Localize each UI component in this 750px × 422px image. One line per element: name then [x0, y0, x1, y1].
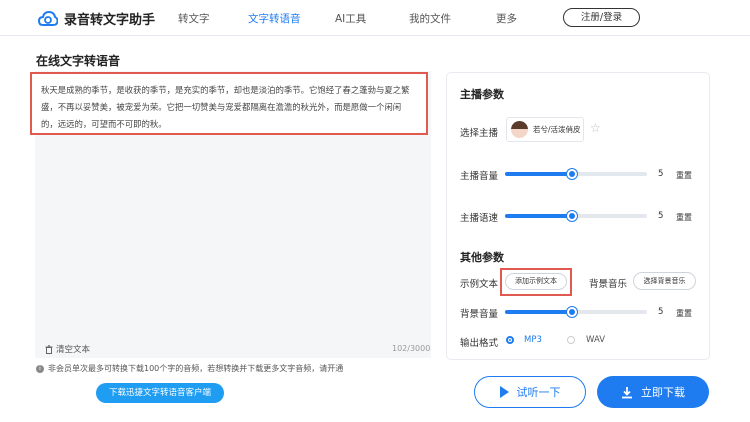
download-icon — [622, 386, 632, 398]
app-logo[interactable]: 录音转文字助手 — [38, 9, 155, 28]
bg-volume-slider-knob[interactable] — [566, 307, 577, 317]
volume-reset-button[interactable]: 重置 — [676, 170, 692, 181]
nav-item-tts[interactable]: 文字转语音 — [248, 11, 301, 26]
format-radio-wav[interactable] — [567, 336, 575, 344]
download-button[interactable]: 立即下载 — [597, 376, 709, 408]
clear-text-label: 清空文本 — [56, 345, 91, 355]
favorite-star-icon[interactable]: ☆ — [590, 122, 601, 134]
preview-label: 试听一下 — [516, 386, 561, 399]
page-title: 在线文字转语音 — [36, 54, 121, 68]
format-radio-mp3[interactable] — [506, 336, 514, 344]
sample-text-label: 示例文本 — [460, 279, 499, 290]
info-icon: i — [36, 364, 44, 373]
speed-slider[interactable] — [505, 211, 647, 221]
preview-button[interactable]: 试听一下 — [474, 376, 586, 408]
char-counter: 102/3000 — [392, 344, 431, 353]
nav-item-transcribe[interactable]: 转文字 — [178, 11, 210, 26]
bg-volume-value: 5 — [658, 307, 664, 317]
format-label-mp3: MP3 — [524, 335, 542, 345]
volume-value: 5 — [658, 169, 664, 179]
nav-item-ai-tools[interactable]: AI工具 — [335, 11, 366, 26]
other-params-title: 其他参数 — [460, 251, 504, 264]
speed-value: 5 — [658, 211, 664, 221]
volume-slider-fill — [505, 172, 572, 176]
member-notice: i 非会员单次最多可转换下载100个字的音频，若想转换并下载更多文字音频，请开通 — [36, 363, 343, 374]
top-bar: 录音转文字助手 转文字 文字转语音 AI工具 我的文件 更多 注册/登录 — [0, 0, 750, 36]
volume-label: 主播音量 — [460, 171, 499, 182]
bg-volume-reset-button[interactable]: 重置 — [676, 308, 692, 319]
app-name: 录音转文字助手 — [64, 13, 156, 28]
trash-icon — [45, 344, 53, 354]
speed-label: 主播语速 — [460, 213, 499, 224]
text-input[interactable]: 秋天是成熟的季节，是收获的季节，是充实的季节，却也是淡泊的季节。它饱经了春之蓬勃… — [30, 72, 428, 135]
select-bgm-button[interactable]: 选择背景音乐 — [633, 272, 696, 290]
add-sample-text-button[interactable]: 添加示例文本 — [505, 273, 567, 290]
bg-volume-slider[interactable] — [505, 307, 647, 317]
select-host-label: 选择主播 — [460, 128, 499, 139]
speed-slider-knob[interactable] — [566, 211, 577, 221]
output-format-label: 输出格式 — [460, 338, 499, 349]
format-label-wav: WAV — [586, 335, 606, 345]
host-name: 若兮/活泼俏皮 — [533, 125, 581, 134]
speed-slider-fill — [505, 214, 572, 218]
play-icon — [499, 386, 509, 398]
speed-reset-button[interactable]: 重置 — [676, 212, 692, 223]
bg-volume-slider-fill — [505, 310, 572, 314]
bg-volume-label: 背景音量 — [460, 309, 499, 320]
host-params-title: 主播参数 — [460, 88, 504, 101]
download-client-button[interactable]: 下载迅捷文字转语音客户端 — [96, 383, 224, 403]
volume-slider-knob[interactable] — [566, 169, 577, 179]
nav-item-my-files[interactable]: 我的文件 — [409, 11, 451, 26]
clear-text-button[interactable]: 清空文本 — [45, 343, 90, 355]
avatar — [511, 121, 528, 138]
login-button[interactable]: 注册/登录 — [563, 8, 640, 27]
download-label: 立即下载 — [641, 386, 685, 399]
cloud-logo-icon — [38, 10, 58, 26]
bgm-label: 背景音乐 — [589, 279, 628, 290]
nav-item-more[interactable]: 更多 — [496, 11, 517, 26]
notice-text: 非会员单次最多可转换下载100个字的音频，若想转换并下载更多文字音频，请开通 — [48, 364, 344, 373]
volume-slider[interactable] — [505, 169, 647, 179]
host-selector[interactable]: 若兮/活泼俏皮 — [506, 117, 584, 142]
